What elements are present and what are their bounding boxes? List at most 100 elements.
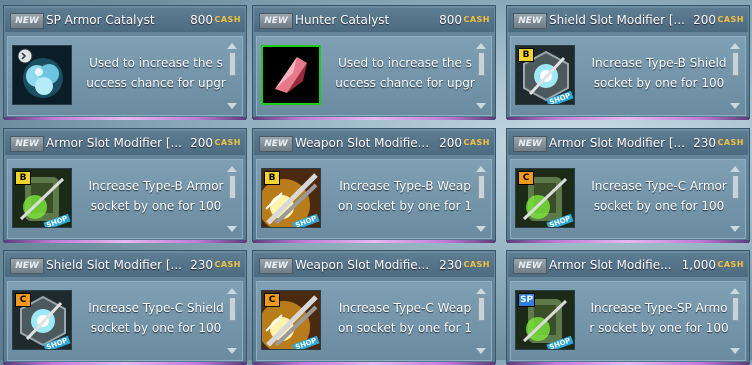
- description-line: on socket by one for 1: [337, 321, 472, 335]
- scroll-up-arrow-icon[interactable]: [730, 288, 740, 294]
- item-price: 800: [439, 13, 462, 27]
- scroll-down-arrow-icon[interactable]: [227, 348, 237, 354]
- shield-slot-modifier-icon[interactable]: B SHOP: [515, 45, 575, 105]
- description-scrollbar[interactable]: [475, 43, 487, 109]
- cash-label: CASH: [717, 260, 744, 269]
- item-description: Increase Type-C Armor socket by one for …: [583, 176, 735, 220]
- shop-item-card[interactable]: NEW Weapon Slot Modifie... 200 CASH B SHO…: [252, 128, 496, 243]
- scroll-up-arrow-icon[interactable]: [730, 166, 740, 172]
- item-name: Armor Slot Modifier [...: [46, 136, 182, 150]
- description-line: Increase Type-B Weap: [339, 179, 471, 193]
- description-scrollbar[interactable]: [729, 43, 741, 109]
- description-line: Increase Type-SP Armo: [590, 301, 728, 315]
- description-line: socket by one for 100: [593, 199, 725, 213]
- shop-item-card[interactable]: NEW Armor Slot Modifier [... 200 CASH BS…: [3, 128, 247, 243]
- item-header: NEW Hunter Catalyst 800 CASH: [254, 8, 494, 32]
- scroll-up-arrow-icon[interactable]: [227, 288, 237, 294]
- new-badge: NEW: [513, 136, 547, 152]
- weapon-slot-modifier-icon[interactable]: C SHOP: [261, 290, 321, 350]
- card-glow-divider: [4, 240, 246, 243]
- item-name: Hunter Catalyst: [295, 13, 390, 27]
- shield-slot-modifier-icon[interactable]: C SHOP: [12, 290, 72, 350]
- scroll-thumb[interactable]: [229, 297, 236, 321]
- scroll-thumb[interactable]: [229, 175, 236, 199]
- description-scrollbar[interactable]: [475, 166, 487, 232]
- item-description: Increase Type-C Weap on socket by one fo…: [329, 298, 481, 342]
- grade-badge: B: [15, 171, 31, 185]
- hunter-catalyst-icon[interactable]: [261, 45, 321, 105]
- scroll-down-arrow-icon[interactable]: [730, 226, 740, 232]
- description-line: Used to increase the s: [338, 56, 472, 70]
- item-body: Used to increase the s uccess chance for…: [256, 36, 492, 116]
- description-line: r socket by one for 100: [589, 321, 729, 335]
- shop-item-card[interactable]: NEW Weapon Slot Modifie... 230 CASH C SHO…: [252, 250, 496, 365]
- scroll-down-arrow-icon[interactable]: [227, 103, 237, 109]
- item-body: C SHOP Increase Type-C Weap on socket by …: [256, 281, 492, 361]
- card-glow-divider: [253, 240, 495, 243]
- scroll-down-arrow-icon[interactable]: [730, 348, 740, 354]
- item-name: Weapon Slot Modifie...: [295, 136, 430, 150]
- cash-label: CASH: [214, 260, 241, 269]
- grade-badge: B: [518, 48, 534, 62]
- scroll-thumb[interactable]: [478, 175, 485, 199]
- shop-item-card[interactable]: NEW Shield Slot Modifier [... 230 CASH C…: [3, 250, 247, 365]
- new-badge: NEW: [259, 136, 293, 152]
- shop-item-card[interactable]: NEW Hunter Catalyst 800 CASH Used to inc…: [252, 5, 496, 120]
- new-badge: NEW: [259, 258, 293, 274]
- description-scrollbar[interactable]: [729, 166, 741, 232]
- description-scrollbar[interactable]: [475, 288, 487, 354]
- scroll-down-arrow-icon[interactable]: [476, 103, 486, 109]
- weapon-slot-modifier-icon[interactable]: B SHOP: [261, 168, 321, 228]
- grade-badge: C: [15, 293, 31, 307]
- armor-slot-modifier-icon[interactable]: SP SHOP: [515, 290, 575, 350]
- description-scrollbar[interactable]: [226, 288, 238, 354]
- card-glow-divider: [253, 117, 495, 120]
- scroll-up-arrow-icon[interactable]: [476, 43, 486, 49]
- cash-label: CASH: [463, 138, 490, 147]
- description-line: Increase Type-C Weap: [338, 301, 472, 315]
- description-scrollbar[interactable]: [729, 288, 741, 354]
- item-description: Used to increase the s uccess chance for…: [80, 53, 232, 97]
- cash-label: CASH: [717, 138, 744, 147]
- scroll-thumb[interactable]: [732, 52, 739, 76]
- item-name: Shield Slot Modifier [...: [549, 13, 685, 27]
- grade-badge: SP: [518, 293, 536, 307]
- scroll-thumb[interactable]: [732, 297, 739, 321]
- cash-label: CASH: [463, 260, 490, 269]
- scroll-down-arrow-icon[interactable]: [227, 226, 237, 232]
- scroll-up-arrow-icon[interactable]: [730, 43, 740, 49]
- scroll-down-arrow-icon[interactable]: [476, 348, 486, 354]
- cash-label: CASH: [717, 15, 744, 24]
- scroll-thumb[interactable]: [732, 175, 739, 199]
- armor-slot-modifier-icon[interactable]: C SHOP: [515, 168, 575, 228]
- scroll-thumb[interactable]: [478, 52, 485, 76]
- description-line: uccess chance for upgr: [86, 76, 226, 90]
- scroll-thumb[interactable]: [478, 297, 485, 321]
- description-scrollbar[interactable]: [226, 166, 238, 232]
- description-line: socket by one for 100: [90, 321, 222, 335]
- description-scrollbar[interactable]: [226, 43, 238, 109]
- shop-item-card[interactable]: NEW Armor Slot Modifie... 1,000 CASH SP S…: [506, 250, 750, 365]
- description-line: socket by one for 100: [593, 76, 725, 90]
- scroll-up-arrow-icon[interactable]: [227, 43, 237, 49]
- shop-item-card[interactable]: NEW Armor Slot Modifier [... 230 CASH CS…: [506, 128, 750, 243]
- shop-item-card[interactable]: NEW Shield Slot Modifier [... 200 CASH B…: [506, 5, 750, 120]
- scroll-up-arrow-icon[interactable]: [476, 166, 486, 172]
- item-body: Used to increase the s uccess chance for…: [7, 36, 243, 116]
- scroll-up-arrow-icon[interactable]: [227, 166, 237, 172]
- scroll-thumb[interactable]: [229, 52, 236, 76]
- scroll-down-arrow-icon[interactable]: [730, 103, 740, 109]
- item-name: Weapon Slot Modifie...: [295, 258, 430, 272]
- item-name: Armor Slot Modifie...: [549, 258, 672, 272]
- new-badge: NEW: [10, 258, 44, 274]
- sp-armor-catalyst-icon[interactable]: [12, 45, 72, 105]
- shop-item-card[interactable]: NEW SP Armor Catalyst 800 CASH Used to i…: [3, 5, 247, 120]
- armor-slot-modifier-icon[interactable]: B SHOP: [12, 168, 72, 228]
- card-glow-divider: [4, 117, 246, 120]
- new-badge: NEW: [10, 136, 44, 152]
- item-price: 200: [190, 136, 213, 150]
- scroll-up-arrow-icon[interactable]: [476, 288, 486, 294]
- item-header: NEW Weapon Slot Modifie... 200 CASH: [254, 131, 494, 155]
- scroll-down-arrow-icon[interactable]: [476, 226, 486, 232]
- new-badge: NEW: [259, 13, 293, 29]
